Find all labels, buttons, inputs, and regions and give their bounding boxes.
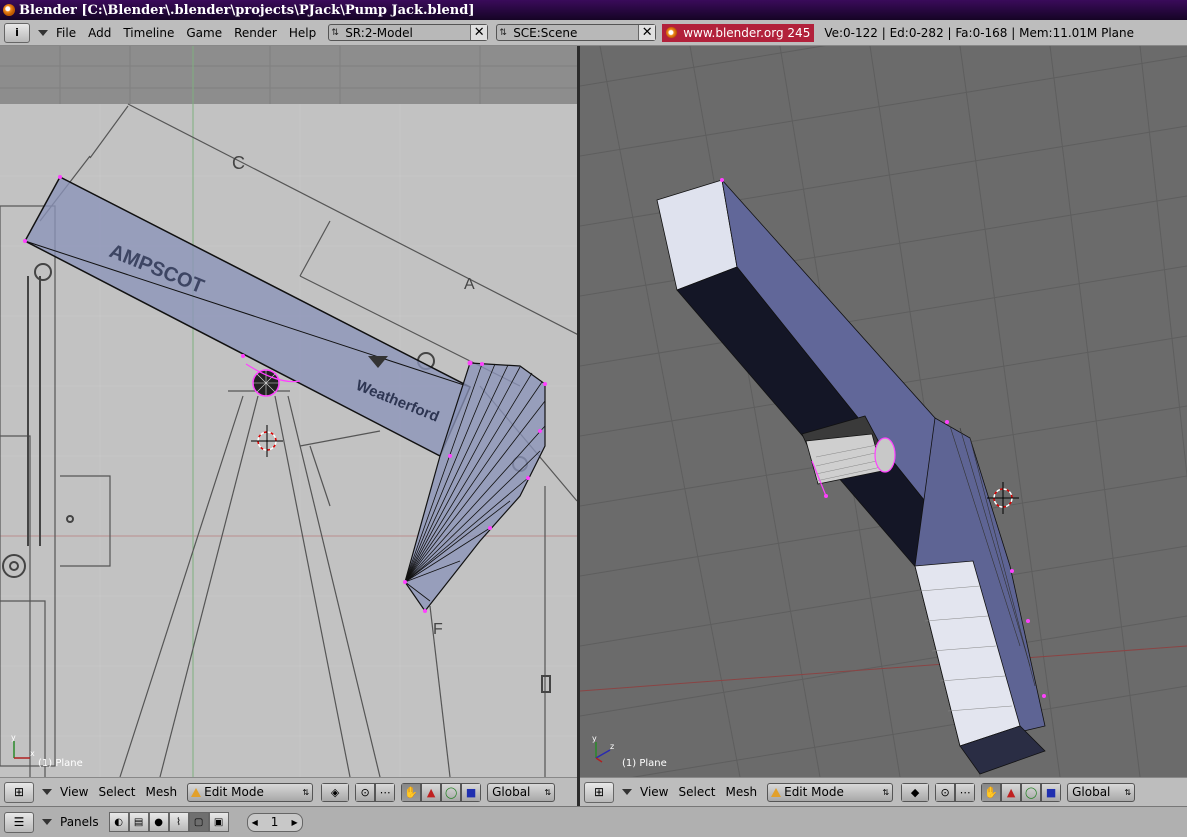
scene-stats: Ve:0-122 | Ed:0-282 | Fa:0-168 | Mem:11.…	[824, 25, 1135, 40]
view-header-right: ⊞ View Select Mesh Edit Mode ⇅ ◆ ⊙ ⋯ ✋ ▲…	[580, 777, 1187, 806]
manipulator-hand-icon[interactable]: ✋	[981, 782, 1002, 802]
dropdown-arrows-icon: ⇅	[1124, 787, 1132, 797]
draw-type-icon[interactable]: ◆	[901, 782, 930, 802]
mode-selector[interactable]: Edit Mode ⇅	[187, 782, 314, 802]
mode-label[interactable]: Edit Mode	[784, 785, 882, 799]
page-next-icon[interactable]: ▶	[291, 818, 297, 827]
translate-manipulator-icon[interactable]: ▲	[1001, 782, 1022, 802]
dropdown-arrows-icon: ⇅	[544, 787, 552, 797]
viewport-right-canvas[interactable]: y z	[580, 46, 1187, 777]
screen-selector[interactable]: ⇅ SR:2-Model ✕	[328, 24, 489, 41]
dropdown-arrows-icon: ⇅	[302, 787, 310, 797]
blueprint-label-f: F	[433, 621, 443, 638]
rotate-manipulator-icon[interactable]: ◯	[441, 782, 462, 802]
page-stepper[interactable]: ◀ 1 ▶	[246, 812, 303, 832]
viewport-left-canvas[interactable]: C A F AMPSCOT Weatherford y x	[0, 46, 577, 777]
object-context-icon[interactable]: ⌇	[168, 812, 189, 832]
blender-logo-icon	[3, 4, 15, 16]
window-type-3dview-icon[interactable]: ⊞	[4, 781, 34, 803]
menu-add[interactable]: Add	[88, 26, 111, 40]
collapse-menus-icon[interactable]	[42, 819, 52, 825]
page-prev-icon[interactable]: ◀	[252, 818, 258, 827]
view-header-left: ⊞ View Select Mesh Edit Mode ⇅ ◈ ⊙ ⋯ ✋ ▲…	[0, 777, 577, 806]
viewport-left[interactable]: C A F AMPSCOT Weatherford y x (1) Plane	[0, 46, 577, 777]
translate-manipulator-icon[interactable]: ▲	[421, 782, 442, 802]
scene-context-icon[interactable]: ▣	[208, 812, 229, 832]
menu-view[interactable]: View	[640, 785, 668, 799]
menu-mesh[interactable]: Mesh	[146, 785, 178, 799]
orientation-selector[interactable]: Global ⇅	[1067, 782, 1136, 802]
scene-name[interactable]: SCE:Scene	[509, 26, 638, 40]
viewport-left-object-label: (1) Plane	[38, 758, 83, 769]
window-type-buttons-icon[interactable]: ☰	[4, 811, 34, 833]
context-buttons: ◐ ▤ ● ⌇ ▢ ▣	[108, 812, 229, 832]
editing-context-icon[interactable]: ▢	[188, 812, 209, 832]
window-title: Blender [C:\Blender\.blender\projects\PJ…	[19, 2, 475, 18]
menu-help[interactable]: Help	[289, 26, 316, 40]
mode-selector[interactable]: Edit Mode ⇅	[767, 782, 894, 802]
logic-context-icon[interactable]: ◐	[108, 812, 129, 832]
scene-browse-icon[interactable]: ⇅	[497, 28, 509, 38]
menu-mesh[interactable]: Mesh	[726, 785, 758, 799]
orientation-label[interactable]: Global	[1072, 785, 1124, 799]
svg-text:z: z	[610, 742, 614, 751]
scale-manipulator-icon[interactable]: ■	[461, 782, 482, 802]
edit-mode-icon	[771, 787, 782, 797]
collapse-header-icon[interactable]	[38, 29, 48, 36]
snap-icon[interactable]: ⋯	[955, 782, 976, 802]
screen-browse-icon[interactable]: ⇅	[329, 28, 341, 38]
orientation-selector[interactable]: Global ⇅	[487, 782, 556, 802]
scale-manipulator-icon[interactable]: ■	[1041, 782, 1062, 802]
menu-timeline[interactable]: Timeline	[123, 26, 174, 40]
version-label[interactable]: www.blender.org 245	[683, 26, 810, 40]
snap-icon[interactable]: ⋯	[375, 782, 396, 802]
window-type-3dview-icon[interactable]: ⊞	[584, 781, 614, 803]
menu-select[interactable]: Select	[678, 785, 715, 799]
menu-select[interactable]: Select	[98, 785, 135, 799]
blueprint-label-a: A	[464, 276, 475, 293]
info-header: i File Add Timeline Game Render Help ⇅ S…	[0, 20, 1187, 46]
manipulator-hand-icon[interactable]: ✋	[401, 782, 422, 802]
menu-render[interactable]: Render	[234, 26, 277, 40]
screen-name[interactable]: SR:2-Model	[341, 26, 470, 40]
menu-file[interactable]: File	[56, 26, 76, 40]
panels-label[interactable]: Panels	[60, 815, 99, 829]
viewport-right-object-label: (1) Plane	[622, 758, 667, 769]
pivot-icon[interactable]: ⊙	[935, 782, 956, 802]
viewport-right[interactable]: y z (1) Plane	[580, 46, 1187, 777]
page-value[interactable]: 1	[271, 815, 279, 829]
menu-view[interactable]: View	[60, 785, 88, 799]
orientation-label[interactable]: Global	[492, 785, 544, 799]
collapse-menus-icon[interactable]	[622, 789, 632, 795]
window-type-info-icon[interactable]: i	[4, 22, 30, 43]
draw-type-icon[interactable]: ◈	[321, 782, 350, 802]
menu-game[interactable]: Game	[186, 26, 222, 40]
buttons-header: ☰ Panels ◐ ▤ ● ⌇ ▢ ▣ ◀ 1 ▶	[0, 806, 1187, 837]
scene-delete-icon[interactable]: ✕	[638, 25, 656, 40]
collapse-menus-icon[interactable]	[42, 789, 52, 795]
blueprint-label-c: C	[232, 153, 245, 173]
mode-label[interactable]: Edit Mode	[204, 785, 302, 799]
svg-text:x: x	[30, 749, 35, 758]
scene-selector[interactable]: ⇅ SCE:Scene ✕	[496, 24, 657, 41]
pivot-icon[interactable]: ⊙	[355, 782, 376, 802]
screen-delete-icon[interactable]: ✕	[470, 25, 488, 40]
svg-text:y: y	[11, 733, 16, 742]
shading-context-icon[interactable]: ●	[148, 812, 169, 832]
rotate-manipulator-icon[interactable]: ◯	[1021, 782, 1042, 802]
edit-mode-icon	[191, 787, 202, 797]
script-context-icon[interactable]: ▤	[128, 812, 149, 832]
window-title-bar: Blender [C:\Blender\.blender\projects\PJ…	[0, 0, 1187, 20]
dropdown-arrows-icon: ⇅	[882, 787, 890, 797]
svg-text:y: y	[592, 734, 597, 743]
blender-org-link[interactable]: www.blender.org 245	[662, 23, 815, 42]
blender-logo-icon	[666, 27, 678, 38]
